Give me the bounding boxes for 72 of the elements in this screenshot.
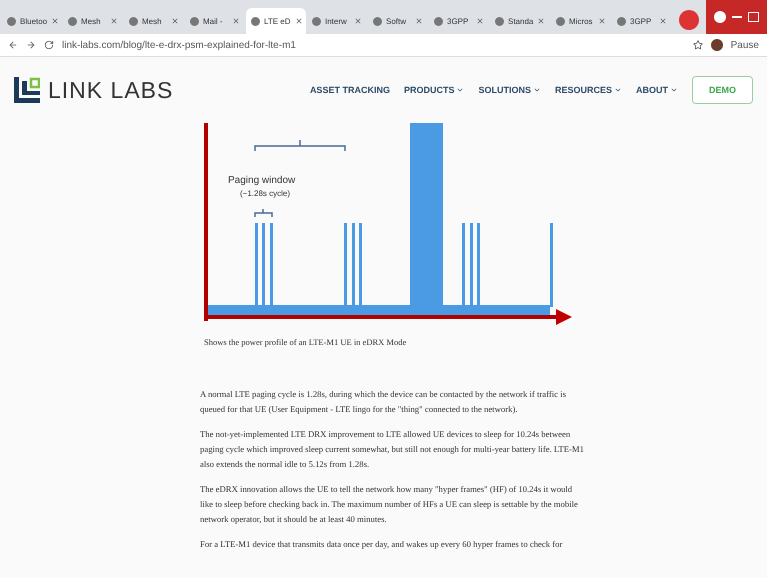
browser-tab[interactable]: 3GPP [612, 8, 672, 34]
tab-title: Mesh [142, 16, 162, 26]
close-icon[interactable] [110, 17, 118, 25]
new-tab-button[interactable] [679, 10, 699, 30]
tab-title: Bluetoo [20, 16, 48, 26]
browser-tab[interactable]: Softw [368, 8, 428, 34]
logo-text[interactable]: LINK LABS [48, 76, 174, 104]
paging-window-label: Paging window [228, 175, 296, 186]
reload-icon[interactable] [44, 40, 54, 50]
favicon-icon [495, 16, 504, 26]
tab-title: LTE eD [264, 16, 291, 26]
nav-link[interactable]: RESOURCES [554, 85, 622, 95]
figure-caption: Shows the power profile of an LTE-M1 UE in eDRX Mode [204, 337, 408, 347]
nav-link[interactable]: ABOUT [636, 85, 678, 95]
back-icon[interactable] [8, 40, 18, 50]
favicon-icon [617, 16, 626, 26]
close-icon[interactable] [232, 17, 240, 25]
browser-tab[interactable]: Micros [551, 8, 611, 34]
cycle-label: (~1.28s cycle) [240, 189, 290, 198]
browser-tab[interactable]: 3GPP [429, 8, 489, 34]
favicon-icon [312, 16, 321, 26]
browser-tab[interactable]: Interw [307, 8, 367, 34]
forward-icon[interactable] [26, 40, 36, 50]
tab-title: Mail - [203, 16, 223, 26]
paragraph: For a LTE-M1 device that transmits data once per day, and wakes up every 60 hyper frames to check for [200, 538, 564, 551]
caret-icon [456, 86, 464, 94]
tab-title: Standa [508, 16, 534, 26]
profile-avatar-icon[interactable] [710, 39, 723, 51]
favicon-icon [7, 16, 16, 26]
tab-title: Interw [325, 16, 347, 26]
favicon-icon [68, 16, 77, 26]
tab-title: 3GPP [630, 16, 652, 26]
browser-tab[interactable]: Mesh [124, 8, 184, 34]
paragraph: A normal LTE paging cycle is 1.28s, during which the device can be contacted by the network if traffic is queued for that UE (User Equipment - LTE lingo for the "thing" connected to the network). [200, 388, 567, 416]
nav-link[interactable]: ASSET TRACKING [310, 85, 390, 95]
browser-tab[interactable]: Bluetoo [2, 8, 62, 34]
logo-icon [14, 77, 40, 103]
favicon-icon [373, 16, 382, 26]
nav-link[interactable]: PRODUCTS [404, 85, 464, 95]
favicon-icon [129, 16, 138, 26]
close-icon[interactable] [476, 17, 484, 25]
url-field[interactable]: link-labs.com/blog/lte-e-drx-psm-explained-for-lte-m1 [62, 40, 296, 50]
browser-tab[interactable]: Mail - [185, 8, 245, 34]
close-icon[interactable] [415, 17, 423, 25]
favicon-icon [190, 16, 199, 26]
maximize-icon[interactable] [748, 12, 759, 22]
tab-title: Micros [569, 16, 593, 26]
browser-tab[interactable]: Standa [490, 8, 550, 34]
nav-link[interactable]: SOLUTIONS [478, 85, 541, 95]
close-icon[interactable] [51, 17, 60, 25]
browser-tab[interactable]: LTE eD [246, 8, 306, 34]
profile-label[interactable]: Pause [730, 40, 759, 50]
close-icon[interactable] [598, 17, 606, 25]
paragraph: The not-yet-implemented LTE DRX improvement to LTE allowed UE devices to sleep for 10.24s between paging cycle which improved sleep current somewhat, but still not enough for multi-year battery life. LTE-M1 also extends the normal idle to 5.12s from 1.28s. [200, 428, 584, 471]
profile-icon[interactable] [714, 11, 726, 23]
close-icon[interactable] [537, 17, 546, 25]
tab-title: Mesh [81, 16, 101, 26]
browser-tab[interactable]: Mesh [63, 8, 123, 34]
close-icon[interactable] [659, 17, 667, 25]
close-icon[interactable] [354, 17, 362, 25]
favicon-icon [434, 16, 443, 26]
tab-title: 3GPP [447, 16, 468, 26]
close-icon[interactable] [171, 17, 179, 25]
caret-icon [614, 86, 622, 94]
tab-title: Softw [386, 16, 406, 26]
close-icon[interactable] [294, 17, 303, 25]
caret-icon [670, 86, 678, 94]
favicon-icon [556, 16, 565, 26]
star-icon[interactable] [692, 40, 703, 50]
caret-icon [532, 86, 541, 94]
favicon-icon [251, 16, 260, 26]
paragraph: The eDRX innovation allows the UE to tell the network how many "hyper frames" (HF) of 10.24s it would like to sleep before checking back in. The maximum number of HFs a UE can sleep is settable by the mobile network operator, but it should be at least 40 minutes. [200, 483, 579, 526]
